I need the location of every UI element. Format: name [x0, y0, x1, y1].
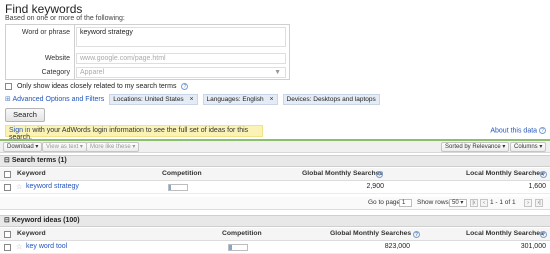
competition-bar [168, 184, 188, 191]
global-searches-value: 823,000 [384, 243, 410, 250]
col-competition[interactable]: Competition [222, 230, 262, 237]
chevron-down-icon: ▼ [274, 69, 281, 76]
chevron-down-icon: ▾ [35, 144, 39, 150]
help-icon[interactable]: ? [413, 231, 420, 238]
form-divider [74, 25, 75, 79]
help-icon[interactable]: ? [376, 171, 383, 178]
advanced-options-link[interactable]: Advanced Options and Filters [12, 96, 104, 103]
col-keyword[interactable]: Keyword [17, 230, 46, 237]
page-title: Find keywords [5, 2, 83, 16]
col-local-searches[interactable]: Local Monthly Searches [466, 230, 544, 237]
help-icon[interactable]: ? [539, 127, 546, 134]
col-local-searches[interactable]: Local Monthly Searches [466, 170, 544, 177]
chip-locations[interactable]: Locations: United States × [109, 94, 198, 105]
col-global-searches[interactable]: Global Monthly Searches [302, 170, 383, 177]
col-keyword[interactable]: Keyword [17, 170, 46, 177]
sort-button[interactable]: Sorted by Relevance ▾ [441, 142, 510, 152]
help-icon[interactable]: ? [540, 171, 547, 178]
keyword-ideas-column-header: Keyword Competition Global Monthly Searc… [0, 228, 550, 241]
word-phrase-label: Word or phrase [21, 29, 70, 36]
close-icon[interactable]: × [190, 96, 194, 103]
advanced-options-row: ⊞ Advanced Options and Filters Locations… [5, 94, 380, 105]
page-input[interactable]: 1 [399, 199, 412, 207]
row-checkbox[interactable] [4, 244, 11, 251]
competition-fill [229, 245, 232, 250]
only-show-label: Only show ideas closely related to my se… [16, 83, 177, 91]
chip-devices[interactable]: Devices: Desktops and laptops [282, 94, 380, 105]
page-subtitle: Based on one or more of the following: [5, 15, 125, 22]
table-row: ☆ key word tool 823,000 301,000 [0, 241, 550, 254]
keyword-link[interactable]: keyword strategy [26, 183, 79, 190]
word-phrase-input[interactable]: keyword strategy [76, 27, 286, 47]
website-label: Website [44, 55, 70, 62]
website-input[interactable]: www.google.com/page.html [76, 53, 286, 64]
search-button[interactable]: Search [5, 108, 45, 122]
search-terms-header[interactable]: ⊟ Search terms (1) [0, 155, 550, 167]
global-searches-value: 2,900 [366, 183, 384, 190]
competition-fill [169, 185, 171, 190]
row-checkbox[interactable] [4, 184, 11, 191]
col-competition[interactable]: Competition [162, 170, 202, 177]
table-row: ☆ keyword strategy 2,900 1,600 [0, 181, 550, 194]
more-like-these-button[interactable]: More like these ▾ [86, 142, 140, 152]
only-show-option: Only show ideas closely related to my se… [5, 83, 189, 91]
local-searches-value: 1,600 [528, 183, 546, 190]
rows-select[interactable]: 50 ▾ [449, 199, 467, 207]
help-icon[interactable]: ? [540, 231, 547, 238]
category-select[interactable]: Apparel ▼ [76, 67, 286, 78]
competition-bar [228, 244, 248, 251]
columns-button[interactable]: Columns ▾ [510, 142, 547, 152]
next-page-icon[interactable]: › [524, 199, 532, 207]
star-icon[interactable]: ☆ [16, 183, 22, 191]
select-all-checkbox[interactable] [4, 171, 11, 178]
minus-icon[interactable]: ⊟ [4, 157, 10, 164]
help-icon[interactable]: ? [181, 83, 189, 90]
category-value: Apparel [80, 69, 105, 76]
results-toolbar: Download ▾ View as text ▾ More like thes… [0, 141, 550, 153]
download-button[interactable]: Download ▾ [3, 142, 43, 152]
star-icon[interactable]: ☆ [16, 243, 22, 251]
minus-icon[interactable]: ⊟ [4, 217, 10, 224]
plus-icon[interactable]: ⊞ [5, 96, 11, 103]
chip-languages[interactable]: Languages: English × [202, 94, 278, 105]
sign-in-link[interactable]: Sign in [9, 127, 30, 134]
keyword-link[interactable]: key word tool [26, 243, 67, 250]
prev-page-icon[interactable]: ‹ [480, 199, 488, 207]
last-page-icon[interactable]: ›| [535, 199, 543, 207]
sign-in-notice: Sign in with your AdWords login informat… [5, 125, 263, 141]
chevron-down-icon: ▾ [132, 144, 136, 150]
page-range: 1 - 1 of 1 [490, 199, 516, 206]
chevron-down-icon: ▾ [502, 144, 506, 150]
keyword-ideas-header[interactable]: ⊟ Keyword ideas (100) [0, 215, 550, 227]
about-data: About this data ? [490, 127, 546, 134]
close-icon[interactable]: × [269, 96, 273, 103]
select-all-checkbox[interactable] [4, 231, 11, 238]
view-as-text-button[interactable]: View as text ▾ [42, 142, 87, 152]
col-global-searches[interactable]: Global Monthly Searches [330, 230, 411, 237]
category-label: Category [41, 69, 70, 76]
about-data-link[interactable]: About this data [490, 127, 537, 134]
show-rows-label: Show rows: [417, 199, 451, 206]
only-show-checkbox[interactable] [5, 83, 12, 90]
search-terms-column-header: Keyword Competition Global Monthly Searc… [0, 168, 550, 181]
chevron-down-icon: ▾ [460, 200, 464, 206]
first-page-icon[interactable]: |‹ [470, 199, 478, 207]
chevron-down-icon: ▾ [539, 144, 543, 150]
local-searches-value: 301,000 [520, 243, 546, 250]
chevron-down-icon: ▾ [79, 144, 83, 150]
pagination-bar: Go to page: 1 Show rows: 50 ▾ |‹ ‹ 1 - 1… [0, 197, 550, 210]
go-to-page-label: Go to page: [368, 199, 402, 206]
search-form: Word or phrase keyword strategy Website … [5, 24, 290, 80]
